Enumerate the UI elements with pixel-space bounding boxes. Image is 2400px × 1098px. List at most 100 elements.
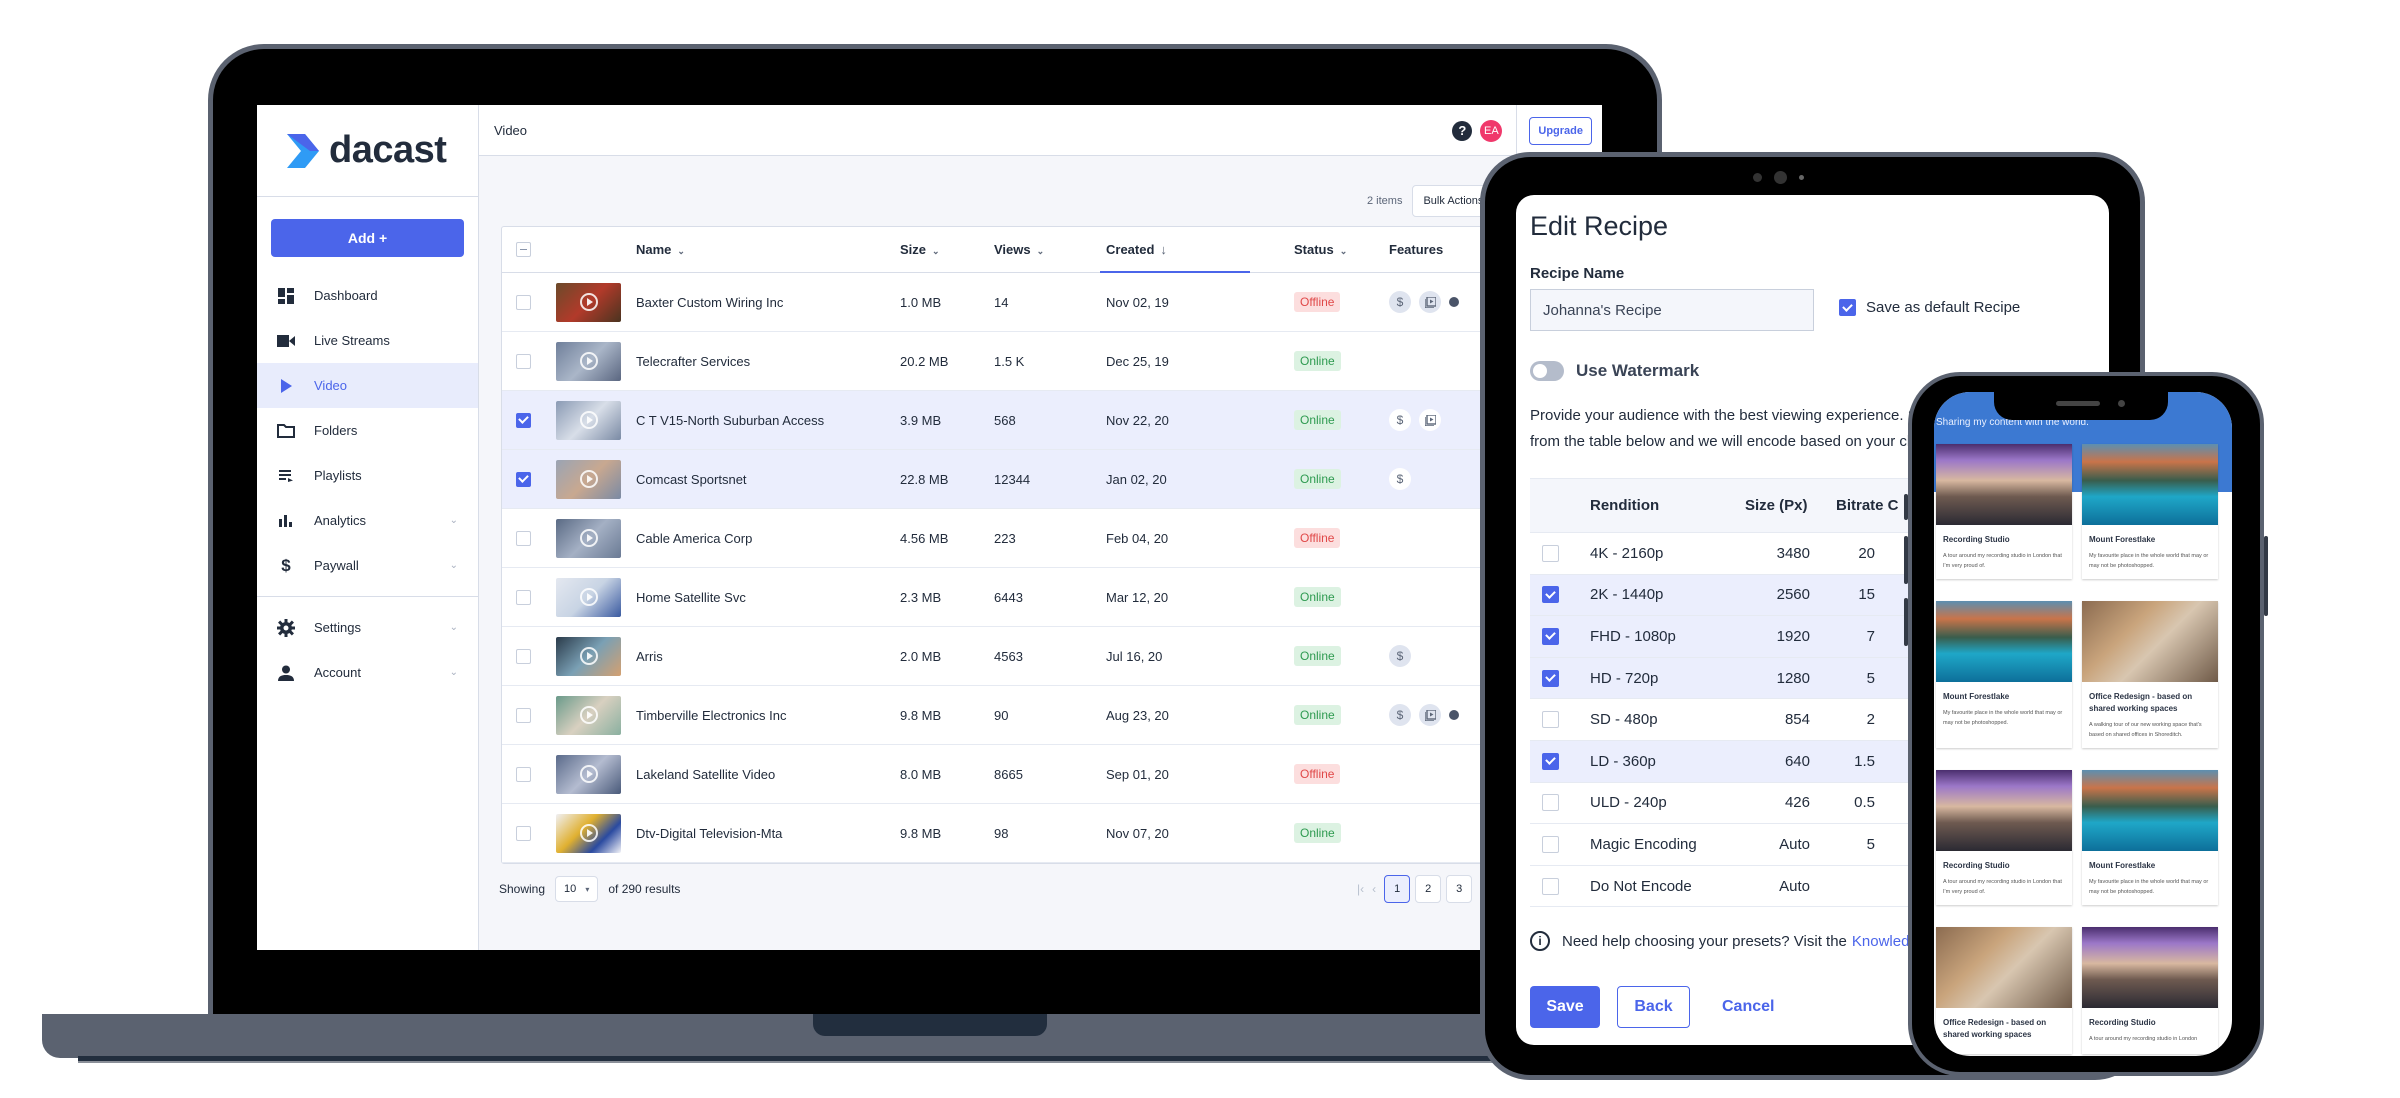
video-card[interactable]: Mount Forestlake My favourite place in th…: [2082, 770, 2218, 905]
sidebar-item-playlists[interactable]: Playlists: [257, 453, 478, 498]
video-name[interactable]: Baxter Custom Wiring Inc: [636, 295, 900, 310]
sidebar-item-settings[interactable]: Settings ⌄: [257, 605, 478, 650]
prev-page-icon[interactable]: ‹: [1372, 882, 1376, 896]
video-card[interactable]: Recording Studio A tour around my recordi…: [2082, 927, 2218, 1054]
per-page-select[interactable]: 10 ▾: [555, 876, 599, 902]
playlist-feature-icon[interactable]: [1419, 409, 1441, 431]
paywall-feature-icon[interactable]: $: [1389, 291, 1411, 313]
video-thumbnail[interactable]: [556, 813, 621, 853]
sidebar-item-analytics[interactable]: Analytics ⌄: [257, 498, 478, 543]
video-thumbnail[interactable]: [556, 400, 621, 440]
video-card[interactable]: Recording Studio A tour around my recordi…: [1936, 444, 2072, 579]
paywall-feature-icon[interactable]: $: [1389, 645, 1411, 667]
table-row[interactable]: Dtv-Digital Television-Mta 9.8 MB 98 Nov 07…: [502, 804, 1602, 863]
video-name[interactable]: Timberville Electronics Inc: [636, 708, 900, 723]
table-row[interactable]: Telecrafter Services 20.2 MB 1.5 K Dec 25, …: [502, 332, 1602, 391]
table-row[interactable]: Baxter Custom Wiring Inc 1.0 MB 14 Nov 02, …: [502, 273, 1602, 332]
video-name[interactable]: Lakeland Satellite Video: [636, 767, 900, 782]
save-default-option[interactable]: Save as default Recipe: [1839, 299, 2020, 316]
video-card[interactable]: Office Redesign - based on shared workin…: [2082, 601, 2218, 748]
video-thumbnail[interactable]: [556, 459, 621, 499]
upgrade-button[interactable]: Upgrade: [1529, 116, 1592, 145]
video-thumbnail[interactable]: [556, 518, 621, 558]
more-features-icon[interactable]: [1449, 710, 1459, 720]
video-thumbnail[interactable]: [556, 636, 621, 676]
row-checkbox[interactable]: [516, 648, 531, 664]
playlist-feature-icon[interactable]: [1419, 291, 1441, 313]
column-created[interactable]: Created ↓: [1106, 242, 1294, 257]
video-name[interactable]: Telecrafter Services: [636, 354, 900, 369]
sidebar-item-live-streams[interactable]: Live Streams: [257, 318, 478, 363]
column-views[interactable]: Views ⌄: [994, 242, 1106, 257]
rendition-checkbox[interactable]: [1542, 877, 1559, 895]
video-thumbnail[interactable]: [556, 695, 621, 735]
rendition-checkbox[interactable]: [1542, 586, 1559, 604]
table-row[interactable]: Cable America Corp 4.56 MB 223 Feb 04, 20 Of…: [502, 509, 1602, 568]
row-checkbox[interactable]: [516, 766, 531, 782]
rendition-checkbox[interactable]: [1542, 544, 1559, 562]
table-row[interactable]: Lakeland Satellite Video 8.0 MB 8665 Sep 01…: [502, 745, 1602, 804]
row-checkbox[interactable]: [516, 294, 531, 310]
row-checkbox[interactable]: [516, 589, 531, 605]
page-button[interactable]: 2: [1415, 875, 1442, 903]
paywall-feature-icon[interactable]: $: [1389, 704, 1411, 726]
video-name[interactable]: Home Satellite Svc: [636, 590, 900, 605]
video-card[interactable]: Office Redesign - based on shared workin…: [1936, 927, 2072, 1054]
row-checkbox[interactable]: [516, 412, 531, 428]
row-checkbox[interactable]: [516, 471, 531, 487]
row-checkbox[interactable]: [516, 353, 531, 369]
column-name[interactable]: Name ⌄: [636, 242, 900, 257]
video-card[interactable]: Mount Forestlake My favourite place in th…: [1936, 601, 2072, 748]
page-button[interactable]: 1: [1384, 875, 1411, 903]
sidebar-item-account[interactable]: Account ⌄: [257, 650, 478, 695]
table-row[interactable]: Arris 2.0 MB 4563 Jul 16, 20 Online $: [502, 627, 1602, 686]
page-button[interactable]: 3: [1446, 875, 1473, 903]
chevron-down-icon[interactable]: ⌄: [450, 560, 458, 571]
add-button[interactable]: Add +: [271, 219, 464, 257]
video-name[interactable]: C T V15-North Suburban Access: [636, 413, 900, 428]
video-thumbnail[interactable]: [556, 577, 621, 617]
video-thumbnail[interactable]: [556, 282, 621, 322]
chevron-down-icon[interactable]: ⌄: [450, 667, 458, 678]
video-name[interactable]: Arris: [636, 649, 900, 664]
help-icon[interactable]: ?: [1452, 120, 1473, 141]
video-thumbnail[interactable]: [556, 341, 621, 381]
rendition-checkbox[interactable]: [1542, 752, 1559, 770]
sidebar-item-folders[interactable]: Folders: [257, 408, 478, 453]
cancel-button[interactable]: Cancel: [1722, 998, 1774, 1016]
rendition-checkbox[interactable]: [1542, 794, 1559, 812]
table-row[interactable]: C T V15-North Suburban Access 3.9 MB 568 No…: [502, 391, 1602, 450]
row-checkbox[interactable]: [516, 530, 531, 546]
table-row[interactable]: Comcast Sportsnet 22.8 MB 12344 Jan 02, 20 O…: [502, 450, 1602, 509]
row-checkbox[interactable]: [516, 825, 531, 841]
logo[interactable]: dacast: [257, 105, 478, 197]
select-all-checkbox[interactable]: [516, 242, 531, 257]
rendition-checkbox[interactable]: [1542, 669, 1559, 687]
chevron-down-icon[interactable]: ⌄: [450, 622, 458, 633]
save-button[interactable]: Save: [1530, 986, 1600, 1028]
avatar[interactable]: EA: [1480, 119, 1503, 142]
table-row[interactable]: Home Satellite Svc 2.3 MB 6443 Mar 12, 20 On…: [502, 568, 1602, 627]
video-name[interactable]: Dtv-Digital Television-Mta: [636, 826, 900, 841]
more-features-icon[interactable]: [1449, 297, 1459, 307]
column-size[interactable]: Size ⌄: [900, 242, 994, 257]
column-status[interactable]: Status ⌄: [1294, 242, 1389, 257]
first-page-icon[interactable]: |‹: [1357, 882, 1364, 896]
playlist-feature-icon[interactable]: [1419, 704, 1441, 726]
chevron-down-icon[interactable]: ⌄: [450, 515, 458, 526]
video-thumbnail[interactable]: [556, 754, 621, 794]
table-row[interactable]: Timberville Electronics Inc 9.8 MB 90 Aug 2…: [502, 686, 1602, 745]
watermark-toggle[interactable]: [1530, 361, 1564, 381]
video-name[interactable]: Cable America Corp: [636, 531, 900, 546]
rendition-checkbox[interactable]: [1542, 627, 1559, 645]
back-button[interactable]: Back: [1617, 986, 1690, 1028]
paywall-feature-icon[interactable]: $: [1389, 409, 1411, 431]
row-checkbox[interactable]: [516, 707, 531, 723]
rendition-checkbox[interactable]: [1542, 711, 1559, 729]
rendition-checkbox[interactable]: [1542, 835, 1559, 853]
paywall-feature-icon[interactable]: $: [1389, 468, 1411, 490]
sidebar-item-video[interactable]: Video: [257, 363, 478, 408]
video-name[interactable]: Comcast Sportsnet: [636, 472, 900, 487]
sidebar-item-paywall[interactable]: $ Paywall ⌄: [257, 543, 478, 588]
sidebar-item-dashboard[interactable]: Dashboard: [257, 273, 478, 318]
